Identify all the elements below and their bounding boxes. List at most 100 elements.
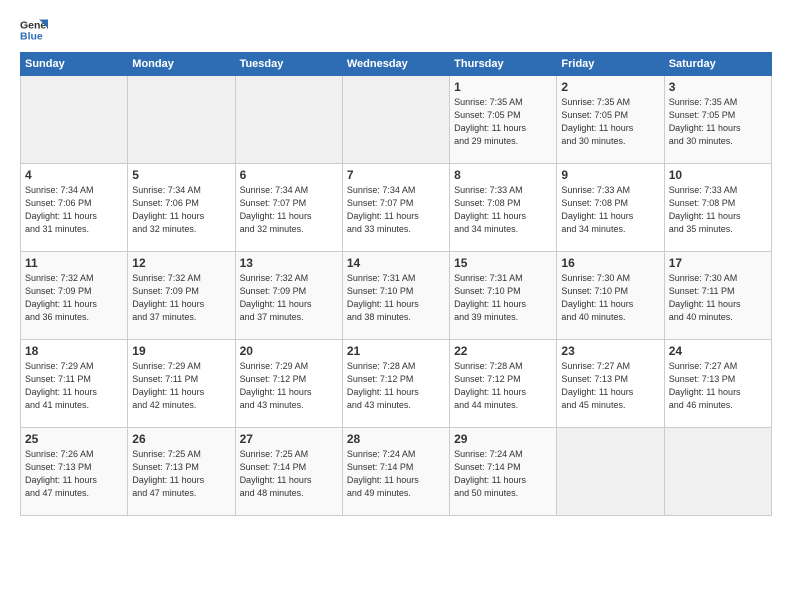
day-info: Sunrise: 7:34 AM Sunset: 7:06 PM Dayligh…	[132, 184, 230, 236]
day-info: Sunrise: 7:31 AM Sunset: 7:10 PM Dayligh…	[347, 272, 445, 324]
day-number: 17	[669, 256, 767, 270]
day-info: Sunrise: 7:25 AM Sunset: 7:14 PM Dayligh…	[240, 448, 338, 500]
calendar-cell	[128, 76, 235, 164]
col-header-tuesday: Tuesday	[235, 53, 342, 76]
day-info: Sunrise: 7:27 AM Sunset: 7:13 PM Dayligh…	[669, 360, 767, 412]
calendar-cell: 18Sunrise: 7:29 AM Sunset: 7:11 PM Dayli…	[21, 340, 128, 428]
day-number: 15	[454, 256, 552, 270]
calendar-table: SundayMondayTuesdayWednesdayThursdayFrid…	[20, 52, 772, 516]
day-number: 22	[454, 344, 552, 358]
calendar-cell: 12 Sunrise: 7:32 AM Sunset: 7:09 PM Dayli…	[128, 252, 235, 340]
day-info: Sunrise: 7:30 AM Sunset: 7:11 PM Dayligh…	[669, 272, 767, 324]
calendar-cell: 6 Sunrise: 7:34 AM Sunset: 7:07 PM Daylig…	[235, 164, 342, 252]
day-info: Sunrise: 7:28 AM Sunset: 7:12 PM Dayligh…	[454, 360, 552, 412]
day-number: 3	[669, 80, 767, 94]
week-row-4: 25 Sunrise: 7:26 AM Sunset: 7:13 PM Dayli…	[21, 428, 772, 516]
calendar-cell: 8 Sunrise: 7:33 AM Sunset: 7:08 PM Daylig…	[450, 164, 557, 252]
day-info: Sunrise: 7:32 AM Sunset: 7:09 PM Dayligh…	[25, 272, 123, 324]
day-info: Sunrise: 7:33 AM Sunset: 7:08 PM Dayligh…	[669, 184, 767, 236]
day-info: Sunrise: 7:24 AM Sunset: 7:14 PM Dayligh…	[347, 448, 445, 500]
day-number: 29	[454, 432, 552, 446]
day-info: Sunrise: 7:35 AM Sunset: 7:05 PM Dayligh…	[669, 96, 767, 148]
calendar-cell: 25 Sunrise: 7:26 AM Sunset: 7:13 PM Dayli…	[21, 428, 128, 516]
day-number: 6	[240, 168, 338, 182]
day-info: Sunrise: 7:29 AM Sunset: 7:12 PM Dayligh…	[240, 360, 338, 412]
calendar-cell: 5 Sunrise: 7:34 AM Sunset: 7:06 PM Daylig…	[128, 164, 235, 252]
day-number: 4	[25, 168, 123, 182]
day-number: 5	[132, 168, 230, 182]
day-number: 16	[561, 256, 659, 270]
week-row-3: 18 Sunrise: 7:29 AM Sunset: 7:11 PM Dayli…	[21, 340, 772, 428]
calendar-cell: 28 Sunrise: 7:24 AM Sunset: 7:14 PM Dayli…	[342, 428, 449, 516]
calendar-cell: 4 Sunrise: 7:34 AM Sunset: 7:06 PM Daylig…	[21, 164, 128, 252]
day-number: 23	[561, 344, 659, 358]
day-info: Sunrise: 7:29 AM Sunset: 7:11 PM Dayligh…	[132, 360, 230, 412]
calendar-cell: 17 Sunrise: 7:30 AM Sunset: 7:11 PM Dayli…	[664, 252, 771, 340]
calendar-cell: 29 Sunrise: 7:24 AM Sunset: 7:14 PM Dayli…	[450, 428, 557, 516]
day-number: 12	[132, 256, 230, 270]
day-number: 25	[25, 432, 123, 446]
calendar-cell: 7 Sunrise: 7:34 AM Sunset: 7:07 PM Daylig…	[342, 164, 449, 252]
day-number: 20	[240, 344, 338, 358]
calendar-cell	[557, 428, 664, 516]
day-info: Sunrise: 7:34 AM Sunset: 7:07 PM Dayligh…	[347, 184, 445, 236]
calendar-cell: 9 Sunrise: 7:33 AM Sunset: 7:08 PM Daylig…	[557, 164, 664, 252]
col-header-sunday: Sunday	[21, 53, 128, 76]
logo: General Blue	[20, 16, 52, 44]
svg-text:Blue: Blue	[20, 31, 43, 43]
day-info: Sunrise: 7:34 AM Sunset: 7:07 PM Dayligh…	[240, 184, 338, 236]
day-number: 10	[669, 168, 767, 182]
calendar-cell: 3 Sunrise: 7:35 AM Sunset: 7:05 PM Daylig…	[664, 76, 771, 164]
day-info: Sunrise: 7:34 AM Sunset: 7:06 PM Dayligh…	[25, 184, 123, 236]
day-info: Sunrise: 7:30 AM Sunset: 7:10 PM Dayligh…	[561, 272, 659, 324]
day-info: Sunrise: 7:33 AM Sunset: 7:08 PM Dayligh…	[454, 184, 552, 236]
day-info: Sunrise: 7:35 AM Sunset: 7:05 PM Dayligh…	[454, 96, 552, 148]
calendar-cell: 22 Sunrise: 7:28 AM Sunset: 7:12 PM Dayli…	[450, 340, 557, 428]
calendar-cell: 10 Sunrise: 7:33 AM Sunset: 7:08 PM Dayli…	[664, 164, 771, 252]
day-info: Sunrise: 7:32 AM Sunset: 7:09 PM Dayligh…	[132, 272, 230, 324]
calendar-cell: 19 Sunrise: 7:29 AM Sunset: 7:11 PM Dayli…	[128, 340, 235, 428]
day-number: 1	[454, 80, 552, 94]
week-row-0: 1 Sunrise: 7:35 AM Sunset: 7:05 PM Daylig…	[21, 76, 772, 164]
logo-icon: General Blue	[20, 16, 48, 44]
calendar-cell	[342, 76, 449, 164]
day-info: Sunrise: 7:32 AM Sunset: 7:09 PM Dayligh…	[240, 272, 338, 324]
calendar-cell: 11 Sunrise: 7:32 AM Sunset: 7:09 PM Dayli…	[21, 252, 128, 340]
day-number: 14	[347, 256, 445, 270]
col-header-friday: Friday	[557, 53, 664, 76]
calendar-body: 1 Sunrise: 7:35 AM Sunset: 7:05 PM Daylig…	[21, 76, 772, 516]
day-info: Sunrise: 7:26 AM Sunset: 7:13 PM Dayligh…	[25, 448, 123, 500]
calendar-cell: 1 Sunrise: 7:35 AM Sunset: 7:05 PM Daylig…	[450, 76, 557, 164]
col-header-saturday: Saturday	[664, 53, 771, 76]
calendar-cell: 13 Sunrise: 7:32 AM Sunset: 7:09 PM Dayli…	[235, 252, 342, 340]
page: General Blue SundayMondayTuesdayWednesda…	[0, 0, 792, 612]
day-number: 19	[132, 344, 230, 358]
col-header-wednesday: Wednesday	[342, 53, 449, 76]
day-info: Sunrise: 7:33 AM Sunset: 7:08 PM Dayligh…	[561, 184, 659, 236]
day-info: Sunrise: 7:35 AM Sunset: 7:05 PM Dayligh…	[561, 96, 659, 148]
calendar-cell: 2 Sunrise: 7:35 AM Sunset: 7:05 PM Daylig…	[557, 76, 664, 164]
day-number: 13	[240, 256, 338, 270]
day-number: 18	[25, 344, 123, 358]
col-header-monday: Monday	[128, 53, 235, 76]
day-number: 7	[347, 168, 445, 182]
day-number: 8	[454, 168, 552, 182]
day-number: 9	[561, 168, 659, 182]
calendar-cell: 15Sunrise: 7:31 AM Sunset: 7:10 PM Dayli…	[450, 252, 557, 340]
calendar-cell: 23 Sunrise: 7:27 AM Sunset: 7:13 PM Dayli…	[557, 340, 664, 428]
calendar-cell: 27 Sunrise: 7:25 AM Sunset: 7:14 PM Dayli…	[235, 428, 342, 516]
calendar-cell	[235, 76, 342, 164]
day-number: 27	[240, 432, 338, 446]
day-info: Sunrise: 7:28 AM Sunset: 7:12 PM Dayligh…	[347, 360, 445, 412]
calendar-cell	[664, 428, 771, 516]
day-info: Sunrise: 7:24 AM Sunset: 7:14 PM Dayligh…	[454, 448, 552, 500]
day-number: 28	[347, 432, 445, 446]
header: General Blue	[20, 16, 772, 44]
calendar-cell: 24 Sunrise: 7:27 AM Sunset: 7:13 PM Dayli…	[664, 340, 771, 428]
day-number: 11	[25, 256, 123, 270]
day-number: 24	[669, 344, 767, 358]
day-number: 2	[561, 80, 659, 94]
calendar-cell: 20 Sunrise: 7:29 AM Sunset: 7:12 PM Dayli…	[235, 340, 342, 428]
week-row-2: 11 Sunrise: 7:32 AM Sunset: 7:09 PM Dayli…	[21, 252, 772, 340]
day-info: Sunrise: 7:27 AM Sunset: 7:13 PM Dayligh…	[561, 360, 659, 412]
